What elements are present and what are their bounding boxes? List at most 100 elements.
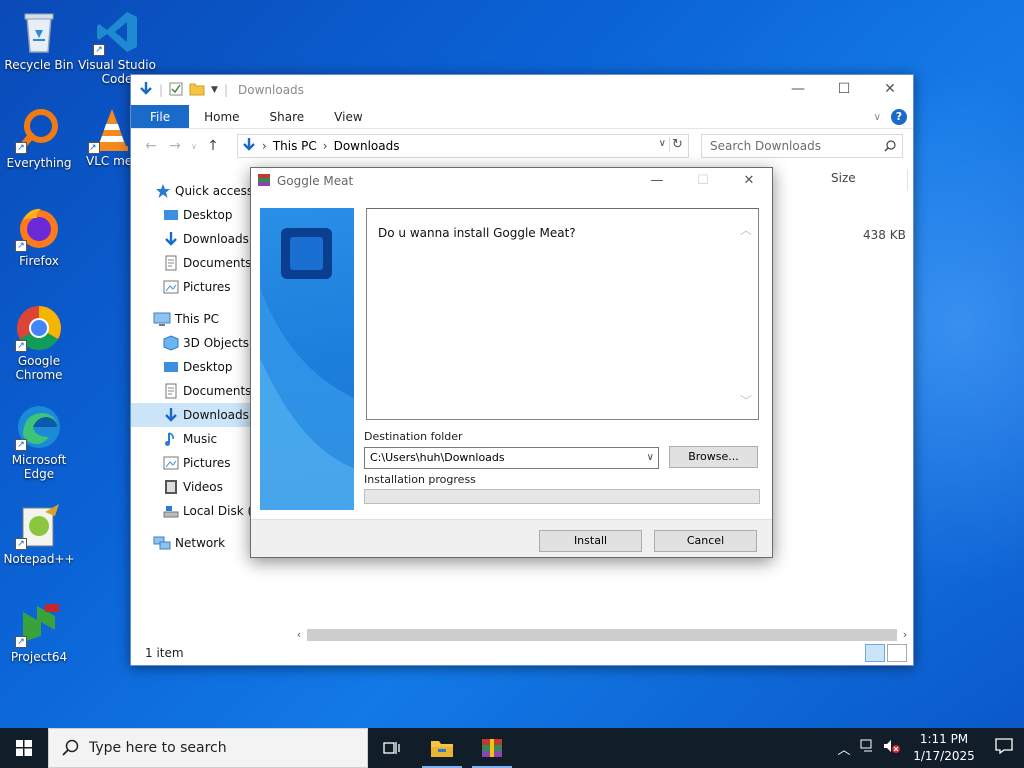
details-view-icon[interactable] <box>865 644 885 662</box>
breadcrumb-downloads[interactable]: Downloads <box>334 139 400 153</box>
task-view-button[interactable] <box>368 728 416 768</box>
firefox-icon: ↗ <box>15 204 63 252</box>
help-button[interactable]: ? <box>891 109 907 125</box>
shortcut-arrow-icon: ↗ <box>15 538 27 550</box>
message-textbox[interactable]: Do u wanna install Goggle Meat? ︿ ﹀ <box>366 208 759 420</box>
minimize-button[interactable]: — <box>775 75 821 105</box>
vlc-cone-icon: ↗ <box>88 106 130 154</box>
scrollbar-thumb[interactable] <box>307 629 897 641</box>
desktop-icon-edge[interactable]: ↗ Microsoft Edge <box>0 403 78 481</box>
star-icon <box>155 183 171 199</box>
desktop-icon-chrome[interactable]: ↗ Google Chrome <box>0 304 78 382</box>
dialog-close-button[interactable]: ✕ <box>726 168 772 194</box>
nav-3d-objects[interactable]: 3D Objects <box>131 331 263 355</box>
shortcut-arrow-icon: ↗ <box>93 44 105 56</box>
nav-qa-downloads[interactable]: Downloads <box>131 227 263 251</box>
network-status-icon[interactable] <box>856 739 880 757</box>
progress-label: Installation progress <box>364 473 476 486</box>
desktop-icon-notepadpp[interactable]: ↗ Notepad++ <box>0 502 78 566</box>
nav-label: Quick access <box>175 184 254 198</box>
nav-pc-documents[interactable]: Documents <box>131 379 263 403</box>
installer-dialog: Goggle Meat — ☐ ✕ Do u wanna install Gog… <box>250 167 773 558</box>
shortcut-arrow-icon: ↗ <box>15 340 27 352</box>
properties-icon[interactable] <box>169 82 183 99</box>
forward-arrow-icon[interactable]: → <box>163 138 187 154</box>
nav-network[interactable]: Network <box>131 531 263 555</box>
start-button[interactable] <box>0 728 48 768</box>
desktop-icon-recycle-bin[interactable]: Recycle Bin <box>0 8 78 72</box>
taskbar-search-box[interactable]: Type here to search <box>48 728 368 768</box>
chevron-down-icon[interactable]: ∨ <box>647 448 654 468</box>
nav-pc-desktop[interactable]: Desktop <box>131 355 263 379</box>
desktop-icon-project64[interactable]: ↗ Project64 <box>0 600 78 664</box>
expand-ribbon-icon[interactable]: ∨ <box>874 112 881 123</box>
nav-label: Videos <box>183 480 223 494</box>
address-bar[interactable]: › This PC › Downloads ∨ ↻ <box>237 134 689 158</box>
notepadpp-icon: ↗ <box>15 502 63 550</box>
nav-pc-downloads[interactable]: Downloads <box>131 403 263 427</box>
installation-progress-bar <box>364 489 760 504</box>
chrome-icon: ↗ <box>15 304 63 352</box>
shortcut-arrow-icon: ↗ <box>15 439 27 451</box>
windows-logo-icon <box>16 740 32 756</box>
taskbar-file-explorer[interactable] <box>418 728 466 768</box>
back-arrow-icon[interactable]: ← <box>139 138 163 154</box>
install-button[interactable]: Install <box>539 530 642 552</box>
taskbar-goggle-meat[interactable] <box>468 728 516 768</box>
volume-muted-icon[interactable] <box>880 739 904 757</box>
taskbar: Type here to search ︿ 1:11 PM 1/17/2025 <box>0 728 1024 768</box>
everything-search-icon: ↗ <box>15 106 63 154</box>
destination-folder-combobox[interactable]: C:\Users\huh\Downloads ∨ <box>364 447 659 469</box>
explorer-titlebar[interactable]: | ▼ | Downloads — ☐ ✕ <box>131 75 913 105</box>
tab-share[interactable]: Share <box>255 105 320 128</box>
navigation-pane: Quick access Desktop Downloads Documents… <box>131 179 263 619</box>
nav-videos[interactable]: Videos <box>131 475 263 499</box>
dialog-minimize-button[interactable]: — <box>634 168 680 194</box>
close-button[interactable]: ✕ <box>867 75 913 105</box>
app-icon <box>257 173 271 190</box>
breadcrumb-this-pc[interactable]: This PC <box>273 139 317 153</box>
nav-qa-documents[interactable]: Documents <box>131 251 263 275</box>
browse-button[interactable]: Browse... <box>669 446 758 468</box>
clock[interactable]: 1:11 PM 1/17/2025 <box>904 731 984 765</box>
desktop-icon-everything[interactable]: ↗ Everything <box>0 106 78 170</box>
tab-home[interactable]: Home <box>189 105 254 128</box>
file-explorer-icon <box>431 741 453 757</box>
new-folder-icon[interactable] <box>189 82 205 99</box>
desktop-icon-firefox[interactable]: ↗ Firefox <box>0 204 78 268</box>
scroll-down-arrow-icon[interactable]: ﹀ <box>740 392 752 409</box>
nav-music[interactable]: Music <box>131 427 263 451</box>
nav-label: Network <box>175 536 226 550</box>
status-bar: 1 item <box>131 641 913 665</box>
action-center-icon[interactable] <box>984 738 1024 758</box>
window-title: Downloads <box>238 83 304 97</box>
tab-view[interactable]: View <box>319 105 377 128</box>
maximize-button[interactable]: ☐ <box>821 75 867 105</box>
nav-this-pc[interactable]: This PC <box>131 307 263 331</box>
nav-qa-desktop[interactable]: Desktop <box>131 203 263 227</box>
nav-label: Downloads <box>183 232 249 246</box>
up-arrow-icon[interactable]: ↑ <box>201 138 225 154</box>
customize-qat-icon[interactable]: ▼ <box>211 85 218 95</box>
refresh-icon[interactable]: ↻ <box>669 137 685 152</box>
search-input[interactable]: Search Downloads <box>701 134 903 158</box>
documents-icon <box>163 255 179 271</box>
recent-locations-chevron-icon[interactable]: ∨ <box>187 142 201 151</box>
computer-icon <box>153 311 171 327</box>
pictures-icon <box>163 279 179 295</box>
large-icons-view-icon[interactable] <box>887 644 907 662</box>
tab-file[interactable]: File <box>131 105 190 128</box>
nav-quick-access[interactable]: Quick access <box>131 179 263 203</box>
nav-pictures[interactable]: Pictures <box>131 451 263 475</box>
scroll-up-arrow-icon[interactable]: ︿ <box>740 221 752 238</box>
cancel-button[interactable]: Cancel <box>654 530 757 552</box>
show-hidden-icons-chevron-icon[interactable]: ︿ <box>832 739 856 758</box>
nav-qa-pictures[interactable]: Pictures <box>131 275 263 299</box>
dialog-maximize-button: ☐ <box>697 173 709 188</box>
desktop-icon-vlc[interactable]: ↗ VLC media player <box>76 106 130 168</box>
drive-icon <box>163 503 179 519</box>
nav-local-disk[interactable]: Local Disk (C <box>131 499 263 523</box>
address-dropdown-icon[interactable]: ∨ <box>659 138 666 149</box>
dialog-titlebar[interactable]: Goggle Meat — ☐ ✕ <box>251 168 772 194</box>
column-header-size[interactable]: Size <box>831 171 856 185</box>
